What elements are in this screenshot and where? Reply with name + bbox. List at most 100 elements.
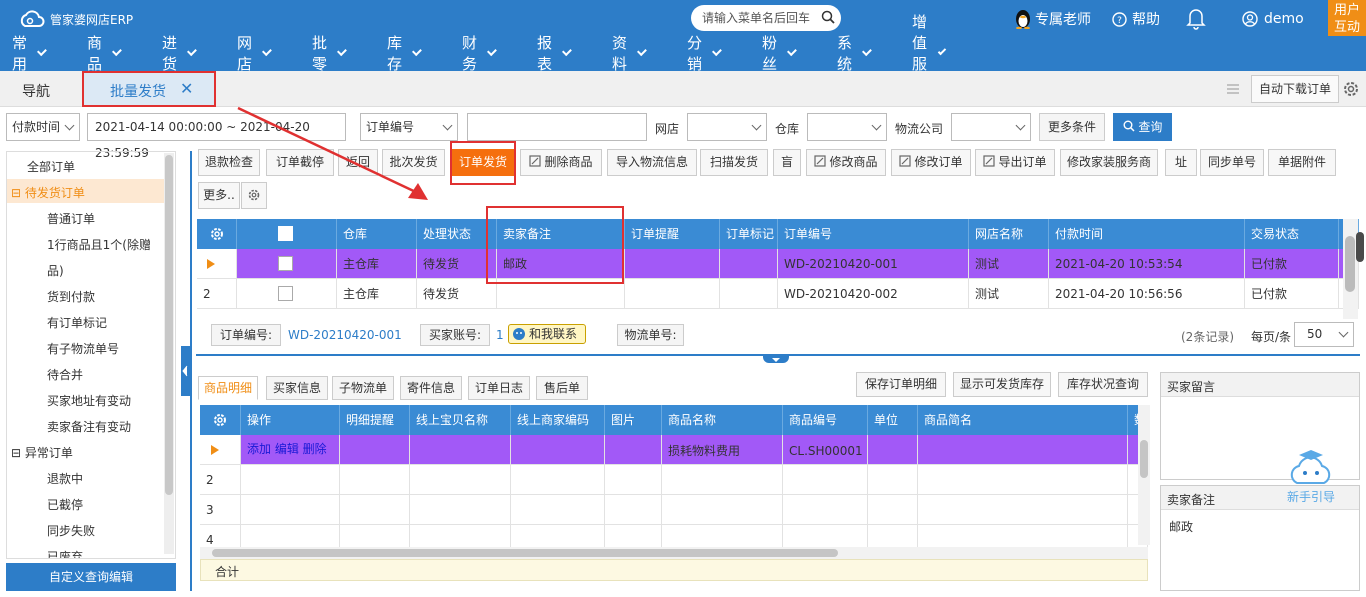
- detail-cell[interactable]: [511, 465, 605, 495]
- detail-cell[interactable]: [410, 495, 511, 525]
- menu-2[interactable]: 进货: [162, 34, 197, 73]
- detail-cell[interactable]: [340, 495, 410, 525]
- toolbar-button-5[interactable]: 删除商品: [520, 149, 602, 176]
- select-all-header[interactable]: [237, 219, 337, 249]
- grid-cell[interactable]: WD-20210420-002: [778, 279, 969, 309]
- menu-8[interactable]: 资料: [612, 34, 647, 73]
- grid-header-5[interactable]: 订单编号: [778, 219, 969, 249]
- toolbar-button-10[interactable]: 修改订单: [891, 149, 971, 176]
- grid-header-6[interactable]: 网店名称: [969, 219, 1049, 249]
- help-link[interactable]: ? 帮助: [1112, 9, 1160, 29]
- sidebar-item[interactable]: ⊟ 待发货订单: [11, 184, 85, 201]
- detail-cell[interactable]: 损耗物料费用: [662, 435, 783, 465]
- buyer-account-value[interactable]: 1: [496, 328, 504, 342]
- detail-cell[interactable]: [340, 435, 410, 465]
- sidebar-item[interactable]: 退款中: [47, 470, 83, 487]
- menu-10[interactable]: 粉丝: [762, 34, 797, 73]
- detail-tab-3[interactable]: 寄件信息: [400, 376, 462, 400]
- menu-6[interactable]: 财务: [462, 34, 497, 73]
- grid-cell[interactable]: 主仓库: [337, 249, 417, 279]
- sidebar-scroll-thumb[interactable]: [165, 155, 173, 495]
- toolbar-button-15[interactable]: 单据附件: [1268, 149, 1336, 176]
- detail-cell[interactable]: [918, 435, 1128, 465]
- app-logo[interactable]: 管家婆网店ERP: [18, 8, 133, 30]
- detail-action-0[interactable]: 保存订单明细: [856, 372, 946, 397]
- sidebar-item[interactable]: ⊟ 异常订单: [11, 444, 73, 461]
- toolbar-button-8[interactable]: 盲: [773, 149, 801, 176]
- warehouse-select[interactable]: [807, 113, 887, 141]
- detail-cell[interactable]: [410, 435, 511, 465]
- row-select-cell[interactable]: [237, 279, 337, 309]
- detail-tab-4[interactable]: 订单日志: [468, 376, 530, 400]
- detail-tab-1[interactable]: 买家信息: [266, 376, 328, 400]
- tab-batch-shipping[interactable]: 批量发货 ✕: [82, 71, 216, 107]
- detail-cell[interactable]: [662, 465, 783, 495]
- row-select-cell[interactable]: [237, 249, 337, 279]
- detail-tab-2[interactable]: 子物流单: [332, 376, 394, 400]
- toolbar-button-6[interactable]: 导入物流信息: [607, 149, 697, 176]
- detail-cell[interactable]: [662, 495, 783, 525]
- detail-hscroll-thumb[interactable]: [212, 549, 838, 557]
- grid-header-8[interactable]: 交易状态: [1245, 219, 1339, 249]
- detail-cell[interactable]: [918, 465, 1128, 495]
- gear-icon[interactable]: [1340, 78, 1362, 100]
- more-conditions-button[interactable]: 更多条件: [1039, 113, 1105, 141]
- toolbar-button-11[interactable]: 导出订单: [975, 149, 1055, 176]
- detail-cell[interactable]: [605, 435, 662, 465]
- detail-cell[interactable]: [605, 495, 662, 525]
- sidebar-item[interactable]: 同步失败: [47, 522, 95, 539]
- sidebar-item[interactable]: 待合并: [47, 366, 83, 383]
- sidebar-item[interactable]: 1行商品且1个(除赠: [47, 236, 151, 253]
- detail-cell[interactable]: [783, 465, 868, 495]
- detail-tab-0[interactable]: 商品明细: [198, 376, 258, 400]
- sidebar-item[interactable]: 品): [47, 262, 64, 279]
- detail-vscroll-thumb[interactable]: [1140, 440, 1148, 478]
- menu-search-input[interactable]: 请输入菜单名后回车: [691, 5, 841, 31]
- detail-cell[interactable]: [511, 495, 605, 525]
- sidebar-item[interactable]: 已截停: [47, 496, 83, 513]
- per-page-select[interactable]: 50: [1294, 322, 1354, 347]
- grid-cell[interactable]: 已付款: [1245, 279, 1339, 309]
- detail-cell[interactable]: [340, 465, 410, 495]
- search-icon[interactable]: [821, 10, 835, 24]
- grid-cell[interactable]: 2021-04-20 10:56:56: [1049, 279, 1245, 309]
- detail-cell[interactable]: [241, 465, 340, 495]
- grid-vscroll-thumb[interactable]: [1345, 236, 1355, 292]
- select-all-checkbox[interactable]: [278, 226, 293, 241]
- sidebar-item[interactable]: 已废弃: [47, 548, 83, 558]
- sidebar-collapse-handle[interactable]: [181, 346, 190, 396]
- grid-cell[interactable]: WD-20210420-001: [778, 249, 969, 279]
- list-icon[interactable]: [1225, 81, 1241, 97]
- right-edge-scroll[interactable]: [1356, 232, 1364, 262]
- contact-me-button[interactable]: 和我联系: [508, 324, 586, 344]
- menu-1[interactable]: 商品: [87, 34, 122, 73]
- detail-cell[interactable]: [783, 495, 868, 525]
- bell-icon[interactable]: [1186, 6, 1206, 30]
- keyword-input[interactable]: [467, 113, 647, 141]
- toolbar-button-14[interactable]: 同步单号: [1200, 149, 1264, 176]
- grid-cell[interactable]: 主仓库: [337, 279, 417, 309]
- menu-5[interactable]: 库存: [387, 34, 422, 73]
- toolbar-button-13[interactable]: 址: [1165, 149, 1197, 176]
- logistics-select[interactable]: [951, 113, 1031, 141]
- detail-cell[interactable]: [868, 495, 918, 525]
- grid-settings-header[interactable]: [197, 219, 237, 249]
- detail-cell[interactable]: [410, 465, 511, 495]
- detail-settings-header[interactable]: [200, 405, 241, 435]
- sidebar-item[interactable]: 卖家备注有变动: [47, 418, 131, 435]
- detail-cell[interactable]: [918, 495, 1128, 525]
- auto-download-orders-button[interactable]: 自动下载订单: [1251, 75, 1339, 103]
- row-checkbox[interactable]: [278, 286, 293, 301]
- sidebar-item[interactable]: 有子物流单号: [47, 340, 119, 357]
- sidebar-item[interactable]: 普通订单: [47, 210, 95, 227]
- grid-cell[interactable]: 待发货: [417, 249, 497, 279]
- grid-cell[interactable]: [625, 249, 720, 279]
- toolbar-button-7[interactable]: 扫描发货: [700, 149, 768, 176]
- close-icon[interactable]: ✕: [180, 79, 193, 98]
- expert-teacher-link[interactable]: 专属老师: [1014, 9, 1091, 29]
- grid-cell[interactable]: [720, 249, 778, 279]
- user-menu[interactable]: demo: [1242, 9, 1304, 29]
- detail-cell[interactable]: [868, 465, 918, 495]
- user-interaction-button[interactable]: 用户 互动: [1328, 0, 1366, 36]
- shop-select[interactable]: [687, 113, 767, 141]
